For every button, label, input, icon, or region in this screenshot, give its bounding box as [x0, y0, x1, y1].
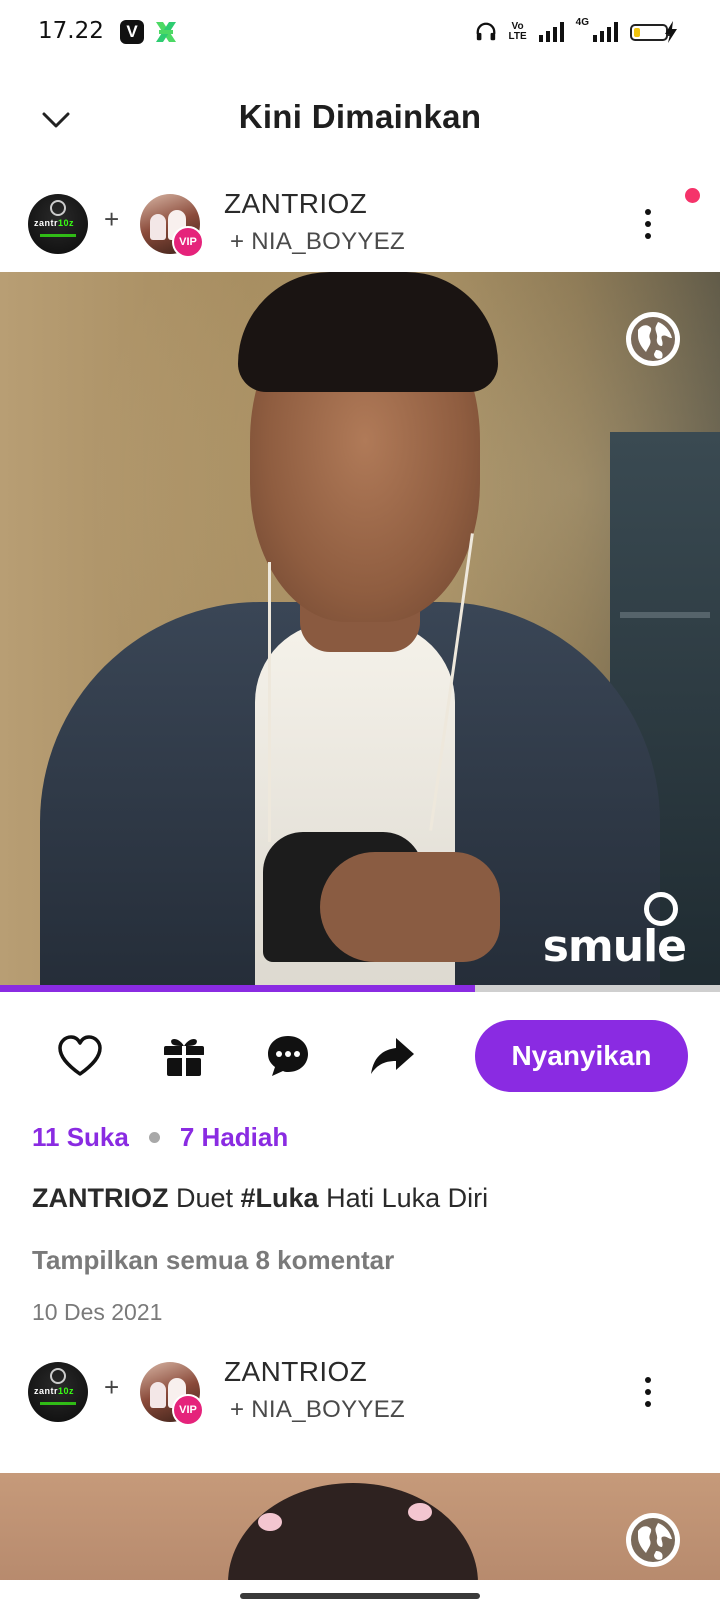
battery-level	[634, 27, 640, 37]
app-x-icon	[156, 22, 176, 42]
progress-fill	[0, 985, 476, 992]
owner-name[interactable]: ZANTRIOZ	[224, 188, 367, 220]
partner-name[interactable]: + NIA_BOYYEZ	[230, 228, 405, 256]
view-comments-link[interactable]: Tampilkan semua 8 komentar	[32, 1245, 394, 1276]
post-caption: ZANTRIOZ Duet #Luka Hati Luka Diri	[32, 1183, 488, 1214]
avatar-logo-text: zantr10z	[34, 1386, 75, 1396]
separator-dot	[148, 1132, 160, 1143]
plus-icon: +	[104, 1372, 120, 1402]
page-title: Kini Dimainkan	[238, 98, 482, 135]
status-time: 17.22	[38, 18, 104, 44]
fingerprint-icon	[50, 1368, 66, 1384]
status-bar: 17.22 V Vo LTE 4G	[0, 0, 720, 66]
playback-progress[interactable]	[0, 985, 720, 992]
signal-icon-2	[593, 22, 618, 42]
performance-header: zantr10z + VIP ZANTRIOZ + NIA_BOYYEZ	[0, 180, 720, 270]
fingerprint-icon	[50, 200, 66, 216]
partner-name-2[interactable]: + NIA_BOYYEZ	[230, 1396, 405, 1424]
avatar-logo-text: zantr10z	[34, 218, 75, 228]
more-options-button[interactable]	[628, 202, 668, 246]
caption-song-rest: Hati Luka Diri	[318, 1183, 489, 1213]
gift-icon[interactable]	[160, 1032, 208, 1080]
volte-indicator: Vo LTE	[508, 21, 527, 42]
charging-icon	[665, 21, 677, 43]
action-bar: Nyanyikan	[0, 1020, 720, 1092]
app-v-icon: V	[120, 20, 144, 44]
smule-watermark: smule	[542, 921, 687, 972]
signal-icon	[538, 22, 564, 42]
system-nav-bar	[0, 1580, 720, 1612]
globe-icon-2[interactable]	[626, 1513, 680, 1567]
comment-icon[interactable]	[264, 1032, 312, 1080]
home-gesture-bar[interactable]	[240, 1593, 480, 1599]
owner-name-2[interactable]: ZANTRIOZ	[224, 1356, 367, 1388]
vip-badge-2: VIP	[172, 1394, 204, 1426]
likes-count[interactable]: 11 Suka	[32, 1122, 129, 1153]
video-player[interactable]: smule	[0, 272, 720, 992]
caption-user[interactable]: ZANTRIOZ	[32, 1183, 168, 1213]
plus-icon: +	[104, 204, 120, 234]
more-options-button-2[interactable]	[628, 1370, 668, 1414]
performance-header-2: zantr10z + VIP ZANTRIOZ + NIA_BOYYEZ	[0, 1348, 720, 1438]
owner-avatar[interactable]: zantr10z	[28, 194, 88, 254]
song-hashtag[interactable]: #Luka	[241, 1183, 319, 1213]
globe-icon[interactable]	[626, 312, 680, 366]
sing-button[interactable]: Nyanyikan	[475, 1020, 688, 1092]
gifts-count[interactable]: 7 Hadiah	[180, 1122, 288, 1153]
headphones-icon	[476, 22, 495, 41]
post-stats: 11 Suka 7 Hadiah	[32, 1122, 288, 1153]
post-date: 10 Des 2021	[32, 1299, 163, 1325]
owner-avatar-2[interactable]: zantr10z	[28, 1362, 88, 1422]
network-type: 4G	[575, 17, 589, 28]
share-icon[interactable]	[368, 1032, 416, 1080]
caption-text: Duet	[168, 1183, 241, 1213]
top-bar: Kini Dimainkan	[0, 76, 720, 166]
vip-badge: VIP	[172, 226, 204, 258]
battery-icon	[630, 23, 671, 41]
heart-icon[interactable]	[56, 1032, 104, 1080]
notification-dot	[685, 188, 700, 203]
